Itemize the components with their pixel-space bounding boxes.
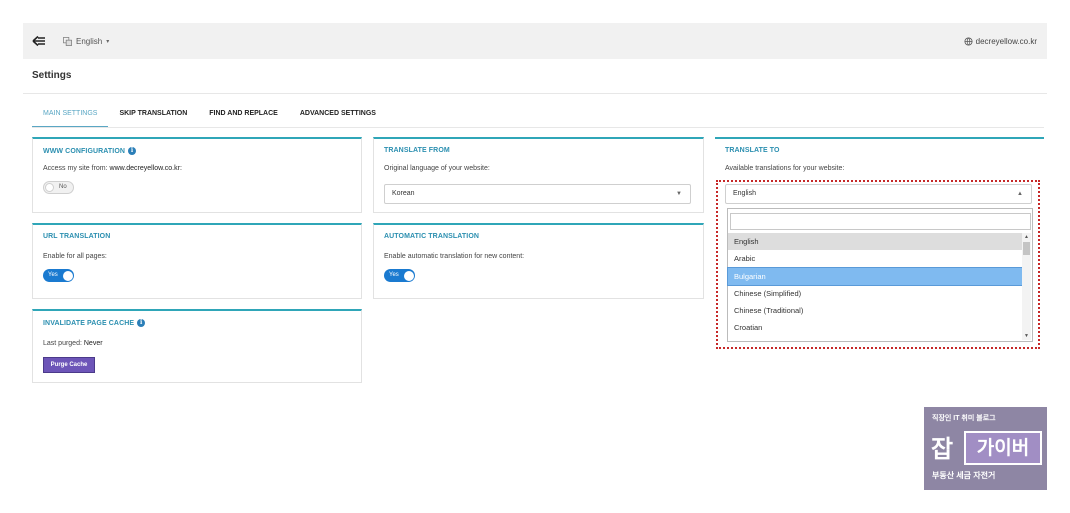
watermark-topics: 부동산 세금 자전거 (932, 471, 996, 480)
toggle-knob (45, 183, 54, 192)
blog-watermark-logo: 직장인 IT 취미 블로그 잡 가이버 부동산 세금 자전거 (924, 407, 1047, 490)
auto-description: Enable automatic translation for new con… (384, 253, 525, 260)
www-description-prefix: Access my site from: (43, 165, 108, 172)
watermark-tagline: 직장인 IT 취미 블로그 (932, 415, 996, 422)
last-purged-label: Last purged: (43, 340, 82, 347)
translate-from-value: Korean (392, 190, 415, 197)
last-purged-value: Never (83, 340, 103, 347)
back-arrow-icon[interactable] (32, 35, 46, 47)
site-link[interactable]: decreyellow.co.kr (964, 34, 1037, 48)
panel-translate-from: TRANSLATE FROM Original language of your… (373, 137, 704, 213)
www-toggle-label: No (59, 184, 67, 190)
translate-from-select[interactable]: Korean ▼ (384, 184, 691, 204)
panel-url-translation: URL TRANSLATION Enable for all pages: Ye… (32, 223, 362, 299)
panel-title-from: TRANSLATE FROM (384, 147, 450, 154)
translate-icon (63, 36, 72, 46)
info-icon[interactable]: i (128, 147, 137, 155)
panel-title-www-text: WWW CONFIGURATION (43, 147, 126, 155)
watermark-big-char: 잡 (931, 435, 954, 463)
panel-title-url: URL TRANSLATION (43, 233, 111, 240)
watermark-name: 가이버 (964, 431, 1042, 465)
tabs-divider (32, 127, 1044, 128)
panel-title-auto: AUTOMATIC TRANSLATION (384, 233, 480, 240)
www-description: Access my site from: www.decreyellow.co.… (43, 165, 182, 172)
tab-find-and-replace[interactable]: FIND AND REPLACE (198, 106, 289, 128)
annotation-highlight-box (716, 180, 1040, 349)
panel-www-configuration: WWW CONFIGURATION i Access my site from:… (32, 137, 362, 213)
from-description: Original language of your website: (384, 165, 490, 172)
language-switcher-label: English (76, 36, 103, 46)
url-translation-toggle[interactable]: Yes (43, 269, 74, 282)
top-bar: English ▾ decreyellow.co.kr (23, 23, 1047, 59)
tab-advanced-settings[interactable]: ADVANCED SETTINGS (289, 106, 387, 128)
globe-icon (964, 36, 973, 46)
panel-title-to: TRANSLATE TO (725, 147, 780, 154)
auto-translation-toggle[interactable]: Yes (384, 269, 415, 282)
caret-down-icon: ▾ (106, 38, 110, 45)
info-icon[interactable]: i (137, 319, 146, 327)
url-toggle-label: Yes (48, 272, 58, 278)
toggle-knob (63, 270, 73, 281)
url-description: Enable for all pages: (43, 253, 107, 260)
chevron-down-icon: ▼ (676, 191, 682, 197)
to-description: Available translations for your website: (725, 165, 845, 172)
panel-title-cache-text: INVALIDATE PAGE CACHE (43, 319, 135, 327)
panel-automatic-translation: AUTOMATIC TRANSLATION Enable automatic t… (373, 223, 704, 299)
toggle-knob (404, 270, 414, 281)
last-purged: Last purged: Never (43, 340, 103, 347)
tab-skip-translation[interactable]: SKIP TRANSLATION (108, 106, 198, 128)
www-description-domain: www.decreyellow.co.kr: (109, 165, 182, 172)
auto-toggle-label: Yes (389, 272, 399, 278)
panel-title-cache: INVALIDATE PAGE CACHE i (43, 319, 146, 327)
settings-tabs: MAIN SETTINGS SKIP TRANSLATION FIND AND … (32, 106, 387, 128)
page-title: Settings (32, 70, 72, 81)
purge-cache-button[interactable]: Purge Cache (43, 357, 95, 373)
www-toggle[interactable]: No (43, 181, 74, 194)
site-link-label: decreyellow.co.kr (975, 36, 1037, 46)
tab-main-settings[interactable]: MAIN SETTINGS (32, 106, 109, 128)
panel-invalidate-cache: INVALIDATE PAGE CACHE i Last purged: Nev… (32, 309, 362, 383)
title-divider (23, 93, 1047, 94)
panel-title-www: WWW CONFIGURATION i (43, 147, 137, 155)
language-switcher[interactable]: English ▾ (63, 34, 109, 48)
